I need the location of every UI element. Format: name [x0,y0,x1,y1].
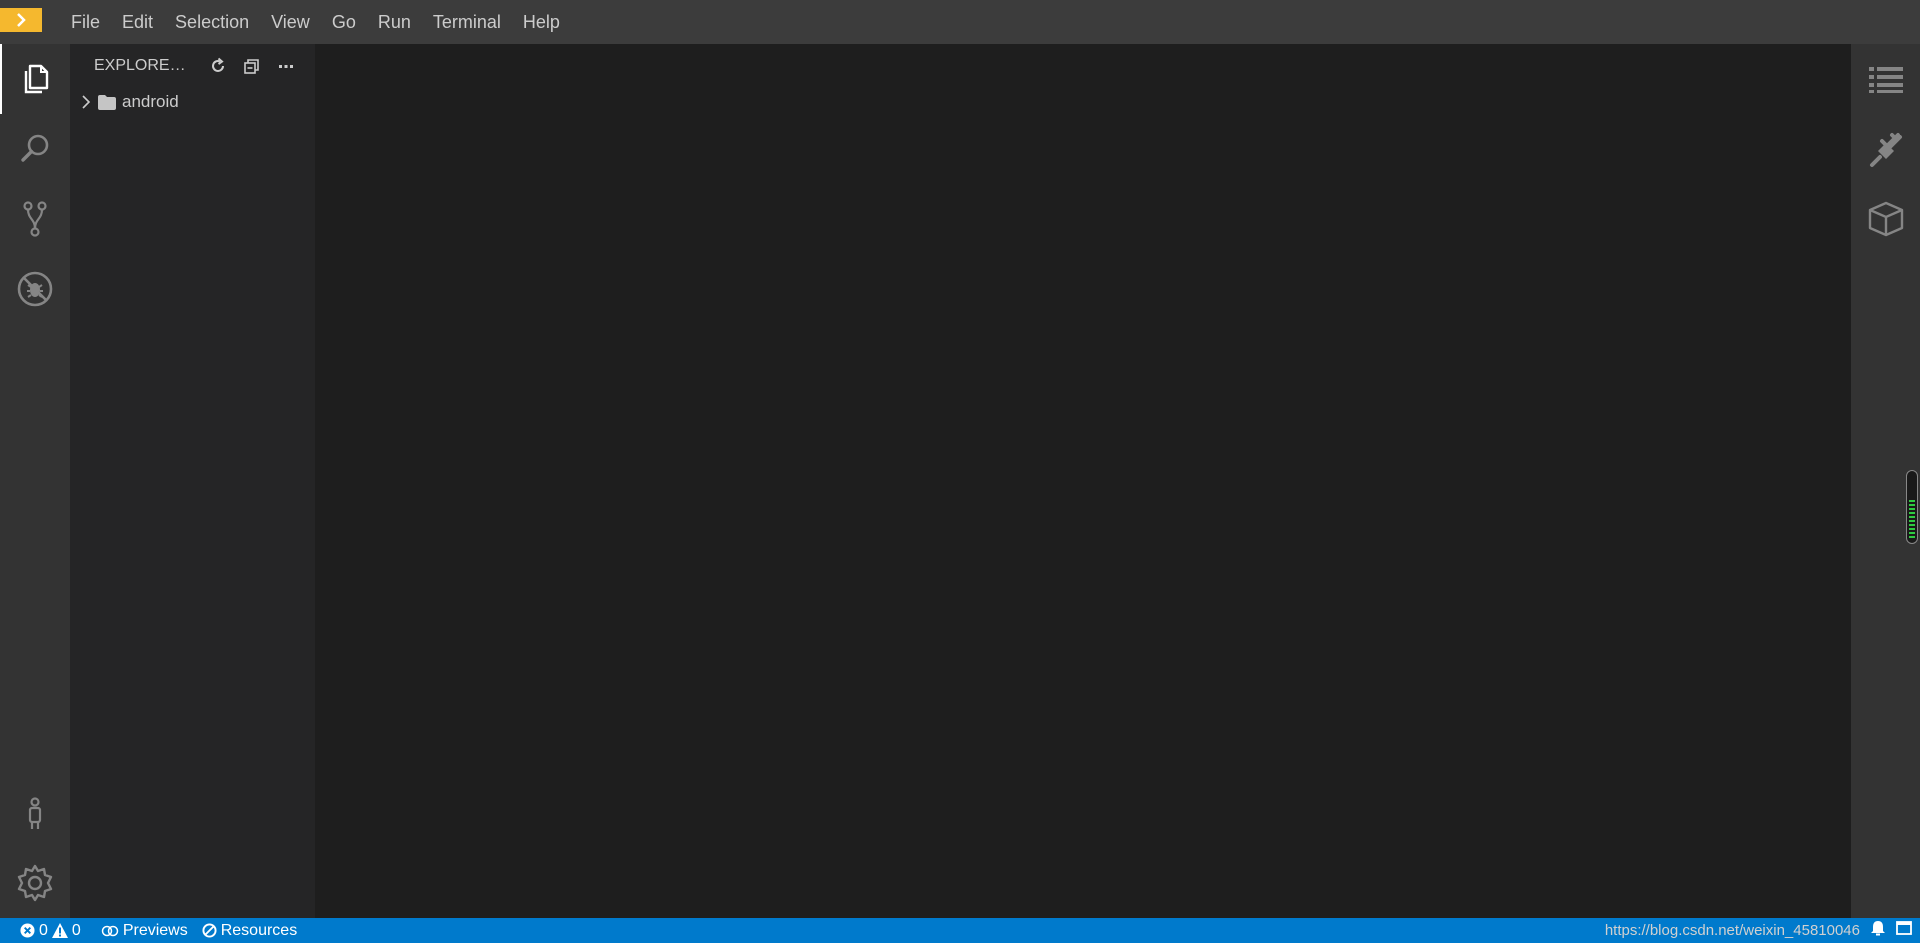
tree-item-android[interactable]: android [70,88,315,116]
menu-bar: File Edit Selection View Go Run Terminal… [0,0,1920,44]
previews-button[interactable]: Previews [101,922,188,940]
package-icon[interactable] [1851,184,1920,254]
activity-bar [0,44,70,918]
source-control-icon[interactable] [0,184,70,254]
notifications-icon[interactable] [1870,920,1886,941]
previews-icon [101,925,119,936]
menu-go[interactable]: Go [321,0,367,44]
outline-icon[interactable] [1851,44,1920,114]
tree-item-label: android [122,92,179,111]
menu-run[interactable]: Run [367,0,422,44]
panel-toggle-icon[interactable] [1896,920,1912,941]
settings-icon[interactable] [0,848,70,918]
resources-label: Resources [220,921,298,939]
chevron-right-icon [17,13,26,27]
problems-indicator[interactable]: 0 0 [20,922,81,940]
resource-meter [1906,470,1918,544]
menu-view[interactable]: View [260,0,321,44]
account-icon[interactable] [0,779,70,849]
editor-area[interactable] [315,44,1851,918]
debug-icon[interactable] [0,254,70,324]
previews-label: Previews [122,921,188,939]
menu-edit[interactable]: Edit [111,0,164,44]
menu-terminal[interactable]: Terminal [422,0,512,44]
warning-icon [51,923,68,938]
watermark-text: https://blog.csdn.net/weixin_45810046 [1604,922,1860,939]
app-logo[interactable] [0,0,42,44]
warning-count: 0 [71,921,81,939]
explorer-header: EXPLORE… [70,44,315,88]
menu-selection[interactable]: Selection [164,0,260,44]
search-icon[interactable] [0,114,70,184]
menu-file[interactable]: File [60,0,111,44]
status-bar: 0 0 Previews Resources https://blog.csdn… [0,918,1920,943]
error-count: 0 [39,921,48,939]
collapse-all-icon[interactable] [242,56,262,76]
more-icon[interactable] [276,56,296,76]
resource-meter-fill [1909,500,1915,540]
explorer-title: EXPLORE… [94,57,186,74]
ide-window: File Edit Selection View Go Run Terminal… [0,0,1920,943]
chevron-right-icon[interactable] [78,95,94,109]
refresh-icon[interactable] [208,56,228,76]
plugin-icon[interactable] [1851,114,1920,184]
error-icon [20,923,35,938]
menu-help[interactable]: Help [512,0,571,44]
resources-icon [202,923,217,938]
explorer-panel: EXPLORE… android [70,44,315,918]
resources-button[interactable]: Resources [202,922,297,940]
folder-icon [98,94,118,110]
explorer-icon[interactable] [0,44,70,114]
